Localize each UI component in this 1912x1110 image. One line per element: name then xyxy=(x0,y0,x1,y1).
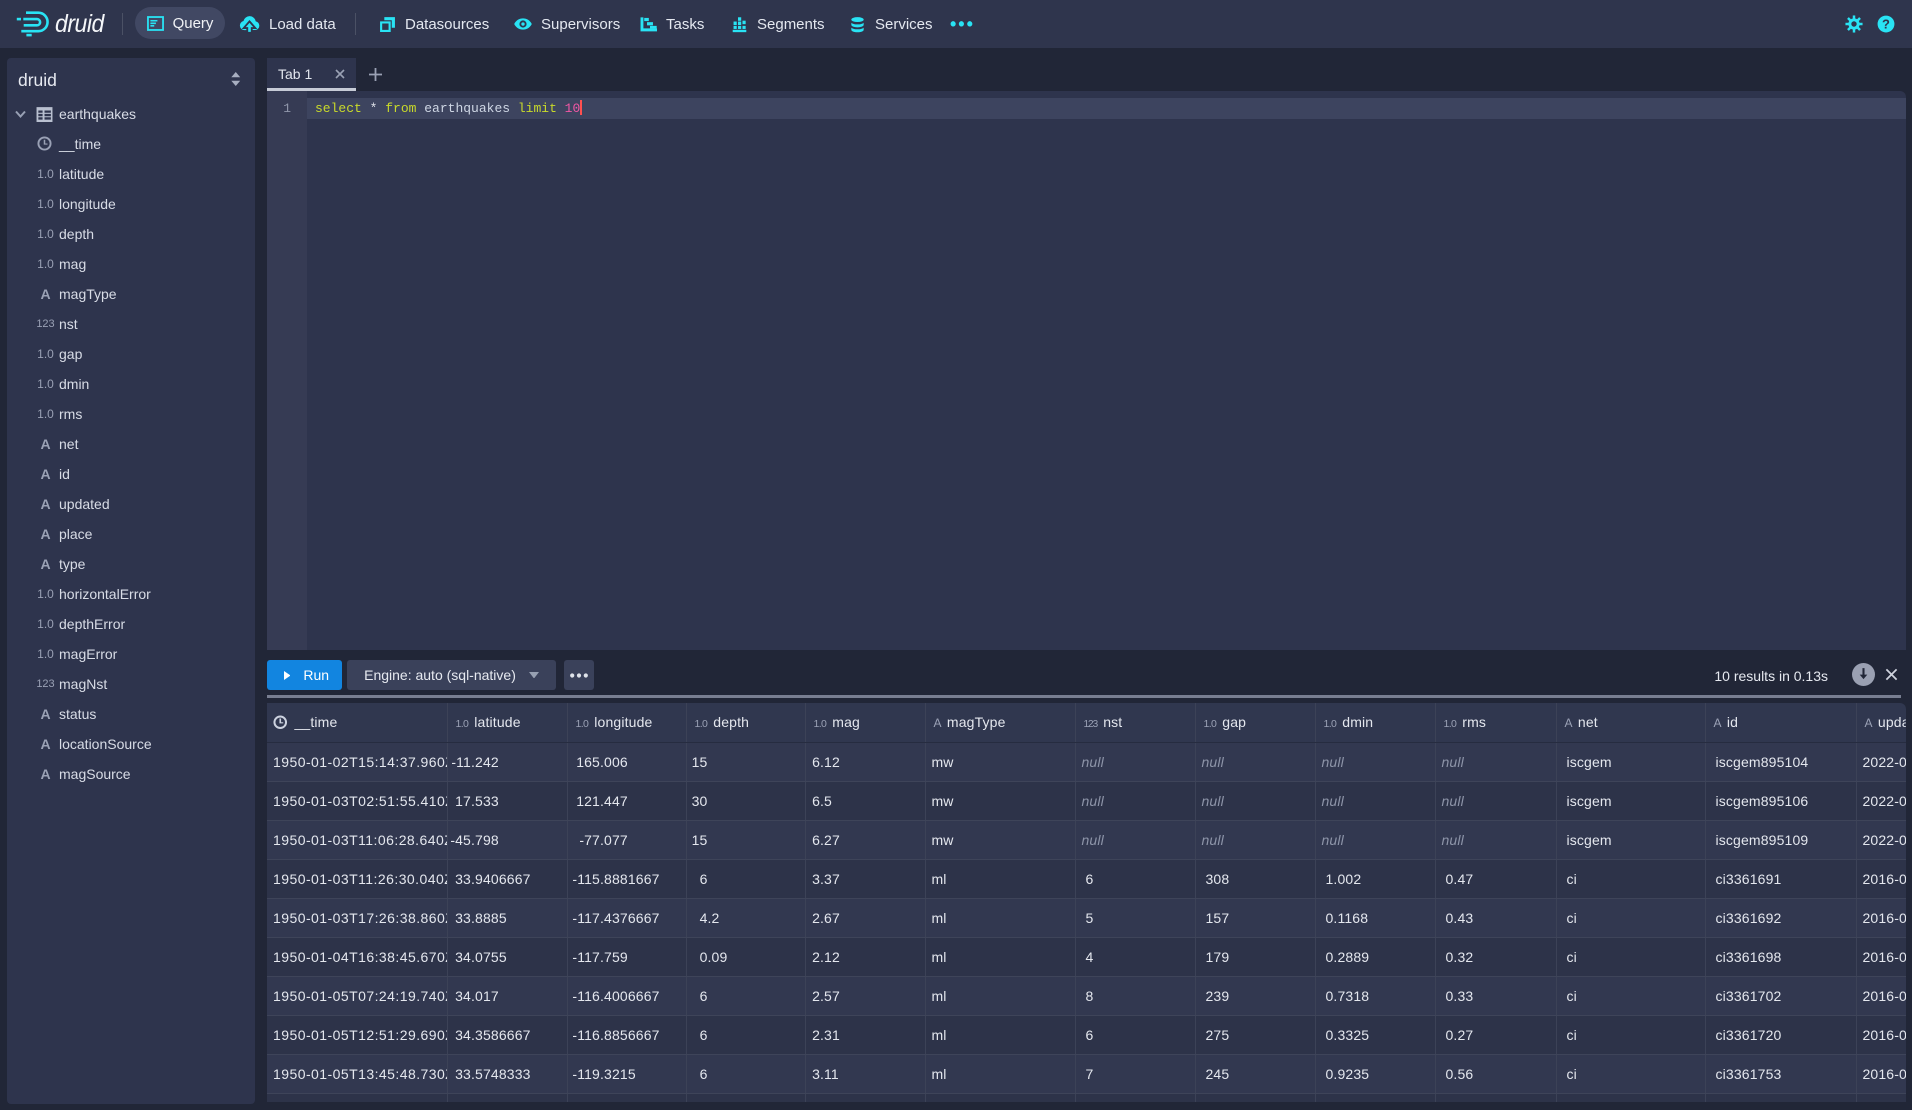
svg-text:?: ? xyxy=(1882,17,1890,32)
